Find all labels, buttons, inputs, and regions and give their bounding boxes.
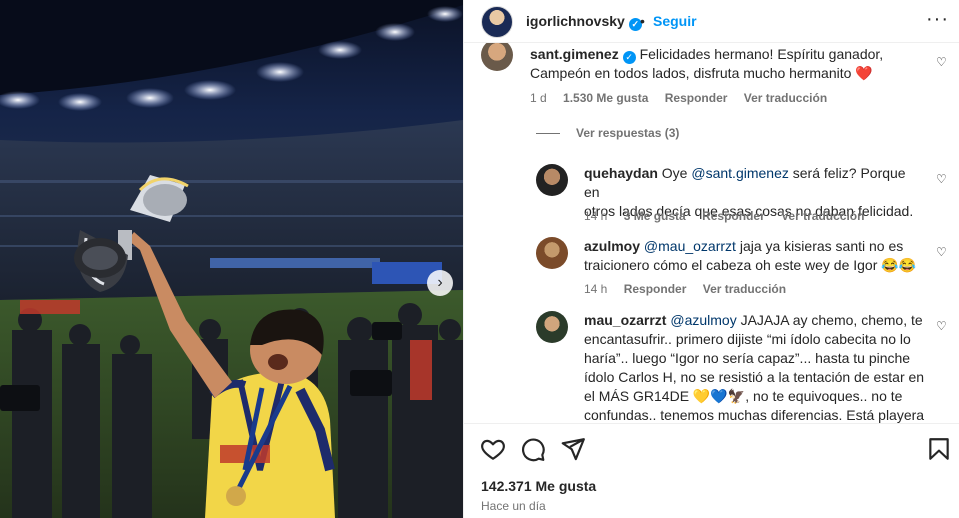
- comment-item: mau_ozarrzt @azulmoy JAJAJA ay chemo, ch…: [536, 307, 959, 423]
- celebration-photo: [0, 0, 463, 518]
- avatar[interactable]: [481, 6, 513, 38]
- view-replies-button[interactable]: Ver respuestas (3): [536, 126, 679, 140]
- comment-body-line: haría”.. luego “Igor no sería capaz”... …: [584, 350, 911, 366]
- comment-text: sant.gimenez ✓ Felicidades hermano! Espír…: [530, 45, 930, 83]
- comment-meta: 14 h Responder Ver traducción: [584, 282, 799, 296]
- more-options-icon[interactable]: ···: [926, 8, 949, 31]
- mention-link[interactable]: @azulmoy: [670, 312, 736, 328]
- comment-item: azulmoy @mau_ozarrzt jaja ya kisieras sa…: [536, 233, 959, 303]
- post-header: igorlichnovsky ✓ • Seguir ···: [464, 0, 959, 43]
- comment-icon[interactable]: [520, 436, 546, 462]
- comment-body-line: Campeón en todos lados, disfruta mucho h…: [530, 65, 873, 81]
- comment-meta: 1 d 1.530 Me gusta Responder Ver traducc…: [530, 91, 840, 105]
- comment-text: azulmoy @mau_ozarrzt jaja ya kisieras sa…: [584, 237, 924, 275]
- comment-body-line: traicionero cómo el cabeza oh este wey d…: [584, 257, 917, 273]
- avatar[interactable]: [536, 164, 568, 196]
- comment-body: jaja ya kisieras santi no es: [735, 238, 904, 254]
- comment-body-line: ídolo Carlos H, no se resistió a la tent…: [584, 369, 925, 385]
- comment-body-line: confundas.. tenemos muchas diferencias. …: [584, 407, 925, 423]
- heart-icon[interactable]: ♡: [936, 55, 947, 69]
- translate-button[interactable]: Ver traducción: [781, 209, 864, 223]
- divider-line: [536, 133, 560, 135]
- comments-list: sant.gimenez ✓ Felicidades hermano! Espír…: [464, 43, 959, 423]
- reply-button[interactable]: Responder: [624, 282, 687, 296]
- post-actions: 142.371 Me gusta Hace un día: [464, 423, 959, 518]
- mention-link[interactable]: @mau_ozarrzt: [644, 238, 736, 254]
- comment-item: quehaydan Oye @sant.gimenez será feliz? …: [536, 160, 959, 230]
- avatar[interactable]: [481, 43, 513, 71]
- comment-text: mau_ozarrzt @azulmoy JAJAJA ay chemo, ch…: [584, 311, 928, 423]
- translate-button[interactable]: Ver traducción: [744, 91, 827, 105]
- comment-age: 14 h: [584, 209, 608, 223]
- comment-username[interactable]: mau_ozarrzt: [584, 312, 666, 328]
- comment-username[interactable]: azulmoy: [584, 238, 640, 254]
- mention-link[interactable]: @sant.gimenez: [691, 165, 788, 181]
- comment-username[interactable]: sant.gimenez: [530, 46, 619, 62]
- separator-dot: •: [640, 13, 645, 29]
- comment-body: Oye: [661, 165, 692, 181]
- heart-icon[interactable]: ♡: [936, 172, 947, 186]
- chevron-right-icon: ›: [437, 274, 443, 291]
- bookmark-icon[interactable]: [926, 436, 952, 462]
- comment-body-line: encantasufrir.. primero dijiste “mi ídol…: [584, 331, 911, 347]
- post-sidebar: igorlichnovsky ✓ • Seguir ··· sant.gimene…: [463, 0, 959, 518]
- translate-button[interactable]: Ver traducción: [703, 282, 786, 296]
- author-username-text[interactable]: igorlichnovsky: [526, 13, 625, 29]
- post-photo: ›: [0, 0, 463, 518]
- post-likes-count[interactable]: 142.371 Me gusta: [481, 478, 596, 494]
- comment-meta: 14 h 3 Me gusta Responder Ver traducción: [584, 209, 877, 223]
- reply-button[interactable]: Responder: [702, 209, 765, 223]
- comment-likes[interactable]: 3 Me gusta: [624, 209, 686, 223]
- comment-username[interactable]: quehaydan: [584, 165, 658, 181]
- comment-likes[interactable]: 1.530 Me gusta: [563, 91, 648, 105]
- verified-icon: ✓: [622, 51, 636, 64]
- comment-age: 1 d: [530, 91, 547, 105]
- next-photo-button[interactable]: ›: [427, 270, 453, 296]
- avatar[interactable]: [536, 237, 568, 269]
- heart-icon[interactable]: ♡: [936, 319, 947, 333]
- comment-body-line: el MÁS GR14DE 💛💙🦅, no te equivoques.. no…: [584, 388, 903, 404]
- heart-icon[interactable]: [480, 436, 506, 462]
- view-replies-label[interactable]: Ver respuestas (3): [576, 126, 679, 140]
- comment-item: sant.gimenez ✓ Felicidades hermano! Espír…: [464, 43, 959, 163]
- post-timestamp[interactable]: Hace un día: [481, 499, 546, 513]
- comment-body: JAJAJA ay chemo, chemo, te: [736, 312, 923, 328]
- comment-body-line: Felicidades hermano! Espíritu ganador,: [639, 46, 884, 62]
- reply-button[interactable]: Responder: [665, 91, 728, 105]
- follow-button[interactable]: Seguir: [653, 13, 697, 29]
- share-icon[interactable]: [560, 436, 586, 462]
- author-username[interactable]: igorlichnovsky ✓: [526, 13, 642, 31]
- avatar[interactable]: [536, 311, 568, 343]
- heart-icon[interactable]: ♡: [936, 245, 947, 259]
- comment-age: 14 h: [584, 282, 608, 296]
